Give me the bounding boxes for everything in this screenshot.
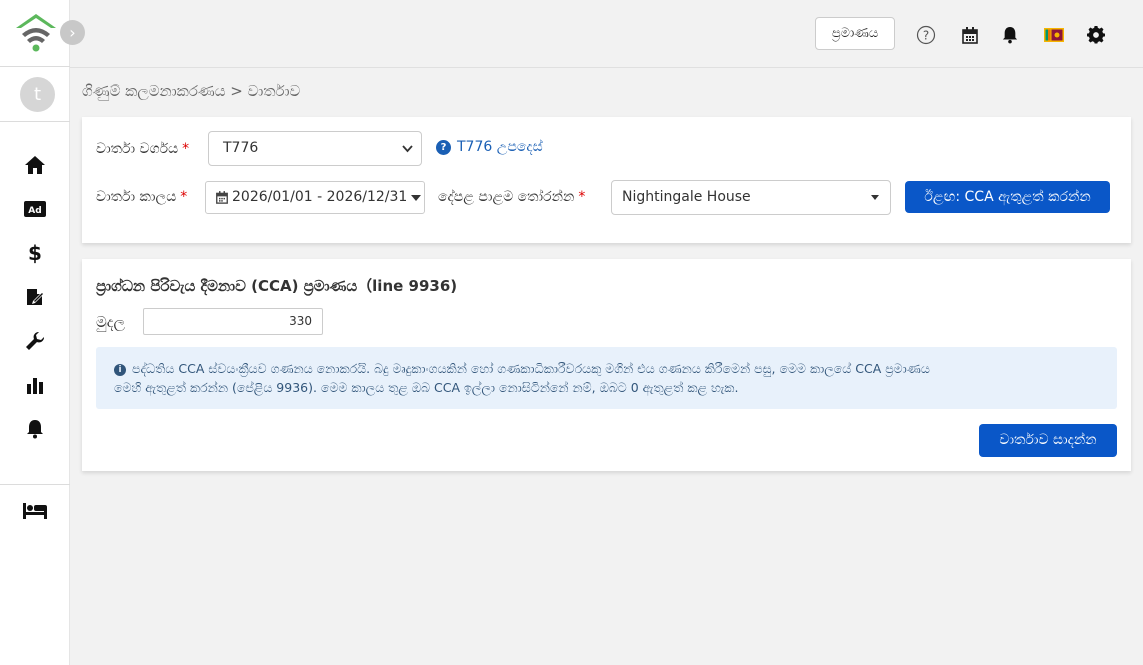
property-select[interactable]: Nightingale House [611, 180, 891, 215]
report-type-select[interactable]: T776 [208, 131, 422, 166]
help-link-label: T776 උපදෙස් [457, 139, 543, 155]
sidebar-divider [0, 121, 70, 122]
caret-down-icon [411, 194, 422, 201]
certificate-button[interactable]: ප්‍රමාණය [815, 17, 895, 50]
breadcrumb: ගිණුම් කලමනාකරණය > වාර්තාව [82, 82, 301, 100]
bar-chart-icon[interactable] [22, 373, 48, 397]
caret-down-icon [870, 181, 880, 227]
gear-icon[interactable] [1085, 24, 1107, 46]
report-period-label: වාර්තා කාලය * [96, 189, 188, 205]
sidebar-divider [0, 66, 70, 67]
report-type-label: වාර්තා වර්ගය * [96, 141, 190, 157]
cca-title: ප්‍රාග්ධන පිරිවැය දීමනාව (CCA) ප්‍රමාණය（… [96, 277, 458, 295]
cca-amount-input[interactable]: 330 [143, 308, 323, 335]
svg-text:?: ? [923, 29, 929, 43]
ad-icon[interactable]: Ad [22, 197, 48, 221]
report-filter-card: වාර්තා වර්ගය * T776 ? T776 උපදෙස් වාර්තා … [82, 117, 1131, 243]
create-report-button[interactable]: වාර්තාව සාදන්න [979, 424, 1117, 457]
sidebar-collapse-button[interactable]: › [60, 20, 85, 45]
property-label: දේපළ පාළම තෝරන්න * [438, 189, 586, 205]
wrench-icon[interactable] [22, 329, 48, 353]
question-icon: ? [436, 139, 451, 155]
cca-card: ප්‍රාග්ධන පිරිවැය දීමනාව (CCA) ප්‍රමාණය（… [82, 259, 1131, 471]
avatar[interactable]: t [20, 77, 55, 112]
sidebar: t Ad $ [0, 0, 70, 665]
bell-icon[interactable] [999, 24, 1021, 46]
info-line-1: i පද්ධතිය CCA ස්වයංක්‍රීයව ගණනය නොකරයි. … [114, 359, 1103, 378]
sri-lanka-flag-icon[interactable] [1043, 24, 1065, 46]
sidebar-divider [0, 484, 70, 485]
report-period-picker[interactable]: 2026/01/01 - 2026/12/31 [205, 181, 425, 214]
bed-icon[interactable] [22, 499, 48, 523]
svg-text:$: $ [28, 242, 42, 264]
svg-text:Ad: Ad [28, 206, 41, 216]
edit-document-icon[interactable] [22, 285, 48, 309]
topbar: ප්‍රමාණය ? [70, 0, 1143, 68]
calendar-icon[interactable] [959, 24, 981, 46]
info-line-2: මෙහි ඇතුළත් කරන්න (පේළිය 9936). මෙම කාලය… [114, 380, 739, 395]
calendar-icon [216, 191, 228, 204]
amount-label: මුදල [96, 313, 125, 331]
next-enter-cca-button[interactable]: ඊළඟ: CCA ඇතුළත් කරන්න [905, 181, 1110, 213]
cca-info-box: i පද්ධතිය CCA ස්වයංක්‍රීයව ගණනය නොකරයි. … [96, 347, 1117, 409]
info-icon: i [114, 364, 126, 376]
dollar-icon[interactable]: $ [22, 241, 48, 265]
home-icon[interactable] [22, 153, 48, 177]
chevron-down-icon [402, 132, 413, 178]
help-icon[interactable]: ? [915, 24, 937, 46]
report-period-value: 2026/01/01 - 2026/12/31 [232, 189, 408, 205]
t776-help-link[interactable]: ? T776 උපදෙස් [436, 139, 543, 155]
bell-icon[interactable] [22, 417, 48, 441]
logo [14, 12, 58, 54]
